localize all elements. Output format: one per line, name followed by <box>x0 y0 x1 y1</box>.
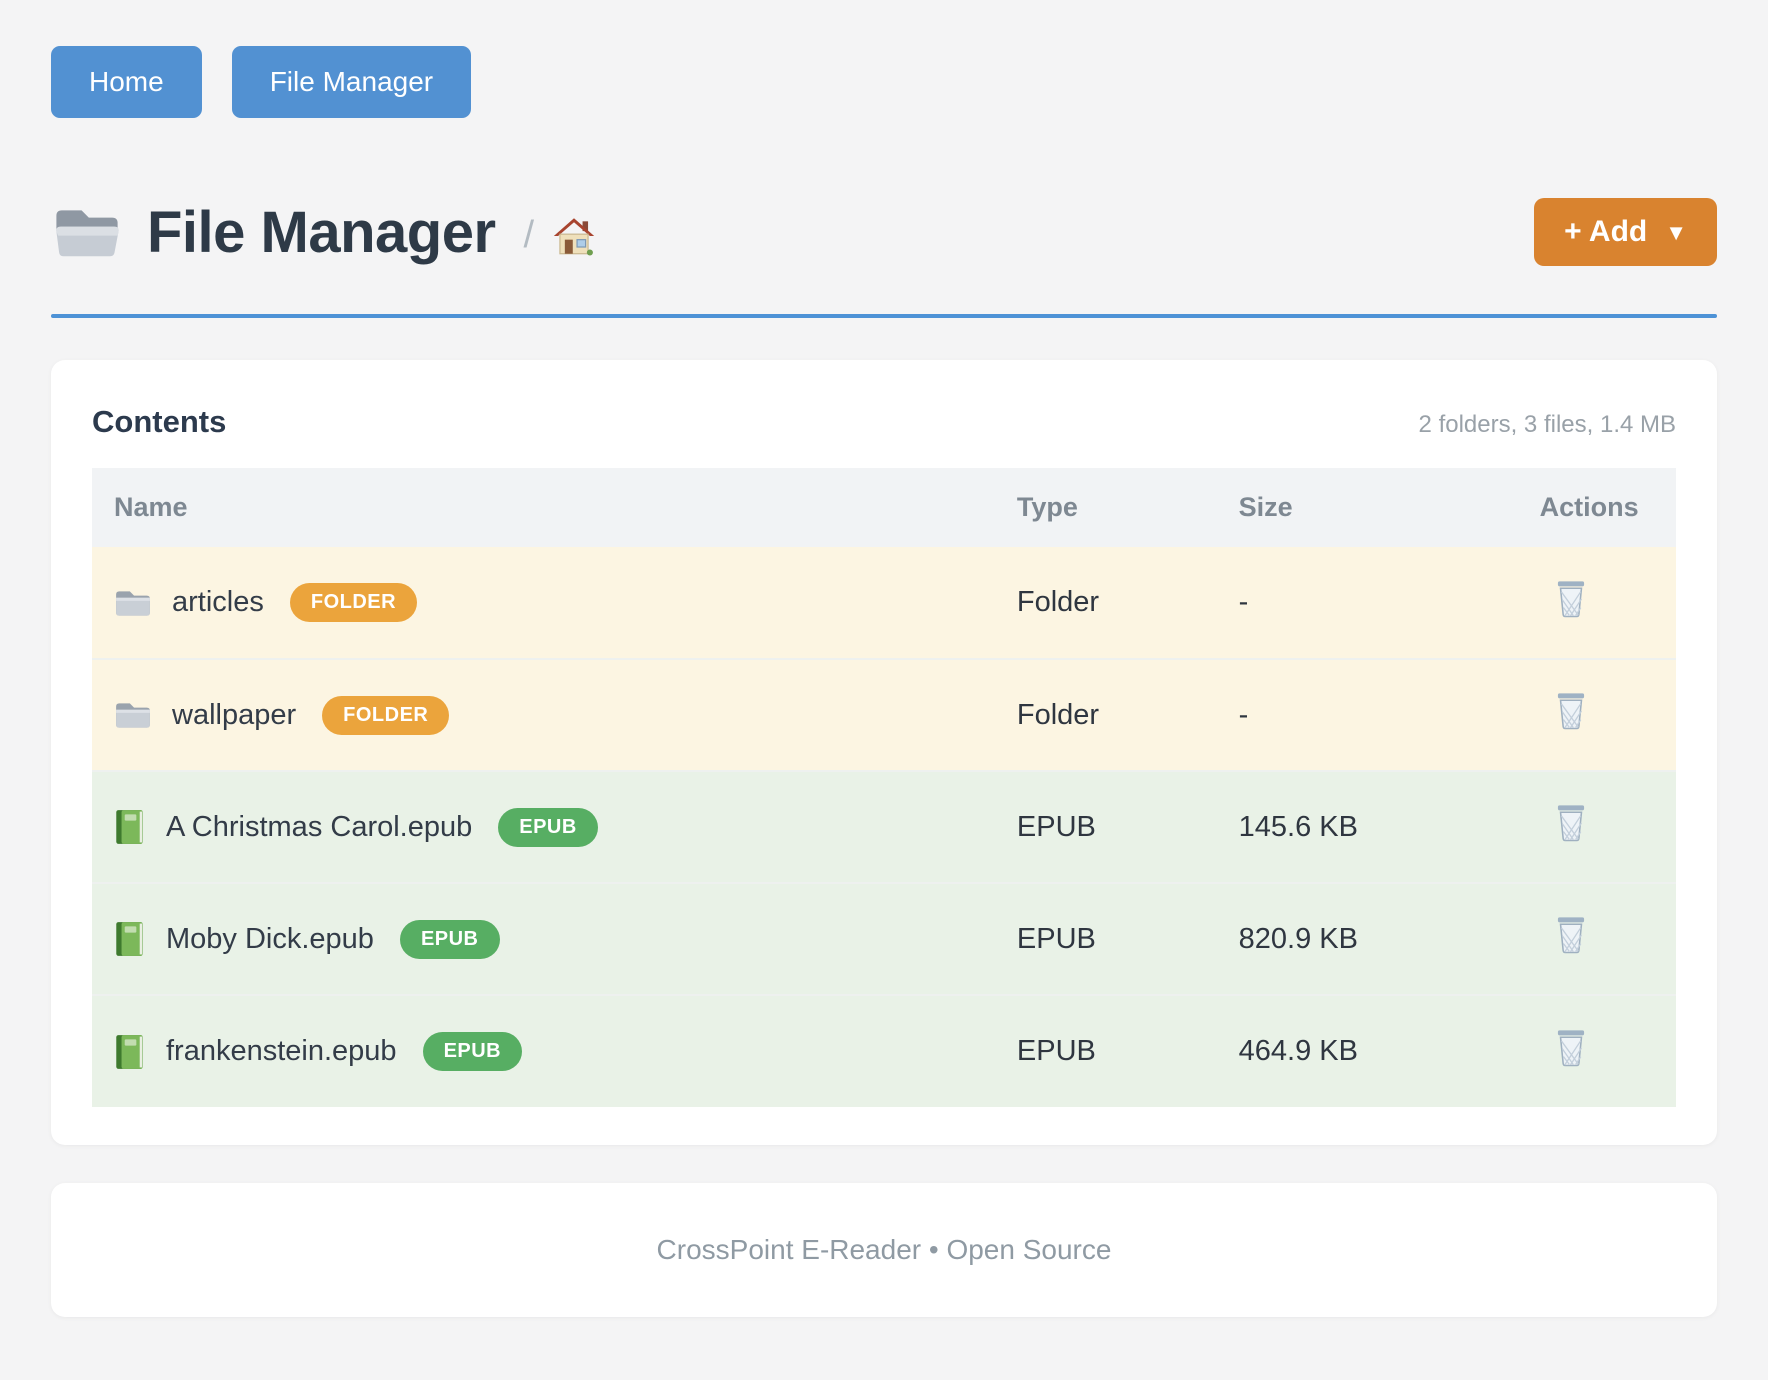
page-title: File Manager <box>147 199 496 266</box>
contents-card: Contents 2 folders, 3 files, 1.4 MB Name… <box>51 360 1717 1145</box>
table-row: A Christmas Carol.epub EPUB EPUB 145.6 K… <box>92 771 1676 883</box>
breadcrumb-separator: / <box>524 214 535 257</box>
home-button[interactable]: Home <box>51 46 202 118</box>
folder-name[interactable]: articles <box>172 586 264 619</box>
folder-open-icon <box>51 202 123 262</box>
page: Home File Manager File Manager / + Add ▼… <box>0 0 1768 1317</box>
page-header: File Manager / + Add ▼ <box>51 198 1717 266</box>
folder-badge: FOLDER <box>322 696 449 735</box>
book-icon <box>114 920 146 958</box>
column-header-actions: Actions <box>1518 468 1676 547</box>
add-button-label: + Add <box>1564 215 1647 249</box>
add-button[interactable]: + Add ▼ <box>1534 198 1717 266</box>
title-group: File Manager / <box>51 199 1534 266</box>
size-cell: 820.9 KB <box>1217 883 1518 995</box>
epub-badge: EPUB <box>423 1032 523 1071</box>
file-table: Name Type Size Actions articles FOLDER <box>92 468 1676 1107</box>
file-name[interactable]: frankenstein.epub <box>166 1035 397 1068</box>
column-header-name: Name <box>92 468 995 547</box>
file-manager-button[interactable]: File Manager <box>232 46 471 118</box>
size-cell: - <box>1217 659 1518 771</box>
footer: CrossPoint E-Reader • Open Source <box>51 1183 1717 1317</box>
column-header-type: Type <box>995 468 1217 547</box>
folder-icon <box>114 587 152 619</box>
delete-button[interactable] <box>1540 579 1588 619</box>
trash-icon <box>1554 803 1588 843</box>
footer-text: CrossPoint E-Reader • Open Source <box>657 1234 1112 1266</box>
home-breadcrumb-icon[interactable] <box>552 214 596 258</box>
table-header-row: Name Type Size Actions <box>92 468 1676 547</box>
delete-button[interactable] <box>1540 803 1588 843</box>
trash-icon <box>1554 1028 1588 1068</box>
table-row: articles FOLDER Folder - <box>92 547 1676 659</box>
epub-badge: EPUB <box>400 920 500 959</box>
chevron-down-icon: ▼ <box>1665 220 1687 244</box>
table-row: Moby Dick.epub EPUB EPUB 820.9 KB <box>92 883 1676 995</box>
type-cell: Folder <box>995 547 1217 659</box>
type-cell: EPUB <box>995 771 1217 883</box>
size-cell: - <box>1217 547 1518 659</box>
file-name[interactable]: A Christmas Carol.epub <box>166 811 472 844</box>
type-cell: Folder <box>995 659 1217 771</box>
delete-button[interactable] <box>1540 1028 1588 1068</box>
size-cell: 464.9 KB <box>1217 995 1518 1107</box>
book-icon <box>114 808 146 846</box>
contents-summary: 2 folders, 3 files, 1.4 MB <box>1419 411 1676 439</box>
table-row: wallpaper FOLDER Folder - <box>92 659 1676 771</box>
size-cell: 145.6 KB <box>1217 771 1518 883</box>
folder-badge: FOLDER <box>290 583 417 622</box>
trash-icon <box>1554 579 1588 619</box>
column-header-size: Size <box>1217 468 1518 547</box>
folder-icon <box>114 699 152 731</box>
type-cell: EPUB <box>995 883 1217 995</box>
trash-icon <box>1554 915 1588 955</box>
table-row: frankenstein.epub EPUB EPUB 464.9 KB <box>92 995 1676 1107</box>
epub-badge: EPUB <box>498 808 598 847</box>
trash-icon <box>1554 691 1588 731</box>
delete-button[interactable] <box>1540 915 1588 955</box>
contents-card-header: Contents 2 folders, 3 files, 1.4 MB <box>92 404 1676 440</box>
file-name[interactable]: Moby Dick.epub <box>166 923 374 956</box>
folder-name[interactable]: wallpaper <box>172 699 296 732</box>
type-cell: EPUB <box>995 995 1217 1107</box>
contents-heading: Contents <box>92 404 226 440</box>
delete-button[interactable] <box>1540 691 1588 731</box>
top-nav: Home File Manager <box>51 46 1717 118</box>
book-icon <box>114 1033 146 1071</box>
header-divider <box>51 314 1717 318</box>
